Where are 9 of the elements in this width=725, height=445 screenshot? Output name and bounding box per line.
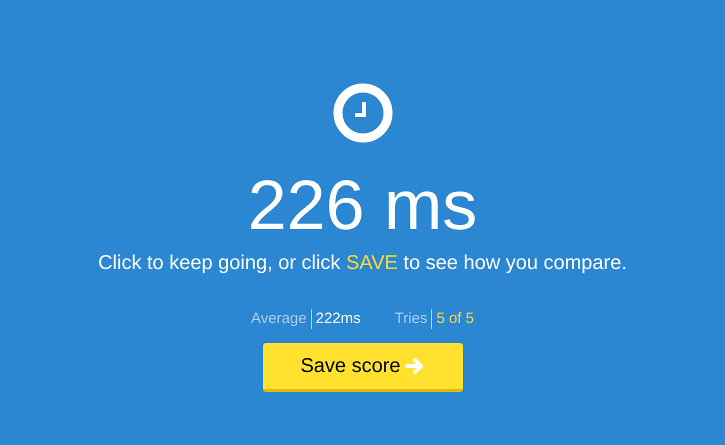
stat-value: 5 of 5 [435,309,474,329]
stat-label: Tries [394,309,432,329]
reaction-time: 226 ms [248,165,478,245]
arrow-right-icon [404,357,425,375]
instruction-text: Click to keep going, or click SAVE to see how you compare. [98,251,627,276]
stat-label: Average [251,309,312,329]
save-score-button[interactable]: Save score [262,343,462,392]
clock-icon [332,83,392,143]
stat-value: 222ms [314,309,361,329]
